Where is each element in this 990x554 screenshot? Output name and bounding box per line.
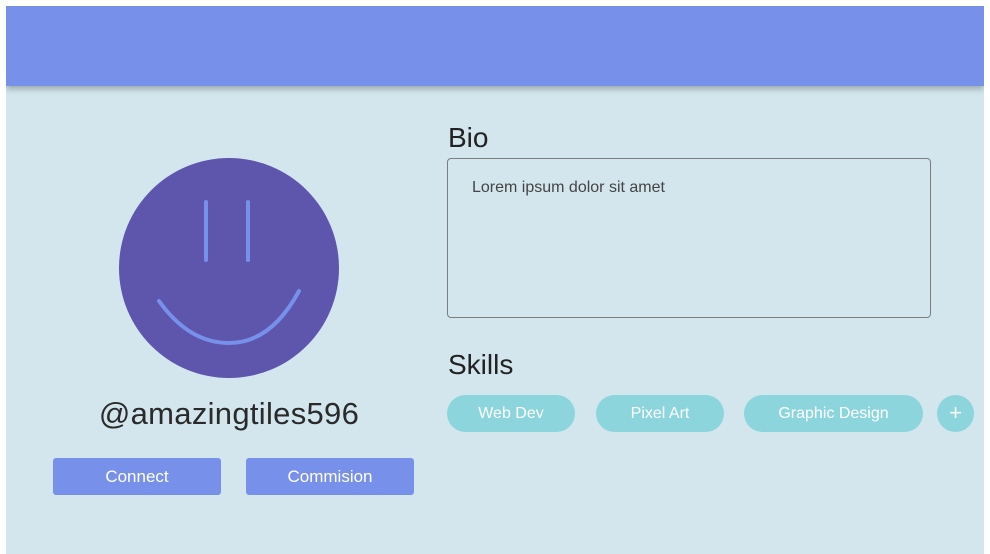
skill-chip[interactable]: Graphic Design	[744, 395, 923, 432]
bio-textarea[interactable]: Lorem ipsum dolor sit amet	[447, 158, 931, 318]
commission-button[interactable]: Commision	[246, 458, 414, 495]
avatar	[119, 158, 339, 378]
add-skill-button[interactable]: +	[937, 395, 974, 432]
username: @amazingtiles596	[98, 396, 360, 431]
skill-chip[interactable]: Pixel Art	[596, 395, 724, 432]
smiley-face-icon	[119, 158, 339, 378]
header-bar	[6, 6, 984, 86]
profile-page: @amazingtiles596 Connect Commision Bio L…	[6, 6, 984, 554]
skills-heading: Skills	[448, 349, 514, 380]
connect-button[interactable]: Connect	[53, 458, 221, 495]
skill-chip[interactable]: Web Dev	[447, 395, 575, 432]
bio-heading: Bio	[448, 122, 489, 153]
